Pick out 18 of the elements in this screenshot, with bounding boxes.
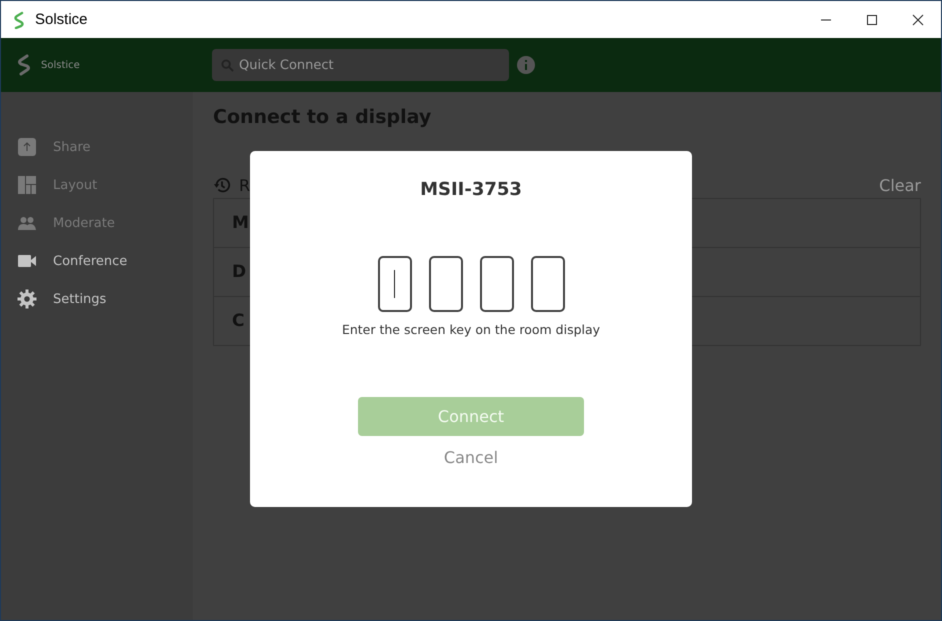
- key-digit-field[interactable]: [428, 256, 462, 312]
- cancel-link[interactable]: Cancel: [444, 448, 498, 467]
- app-logo-icon: [13, 10, 25, 28]
- key-digit-field[interactable]: [480, 256, 514, 312]
- brand-logo-icon: [17, 54, 31, 76]
- sidebar-item[interactable]: Conference: [1, 242, 193, 280]
- dialog-title: MSII-3753: [420, 179, 522, 200]
- sidebar-item[interactable]: Settings: [1, 280, 193, 318]
- history-icon: [213, 176, 231, 194]
- window-title: Solstice: [35, 11, 88, 28]
- brand-name: Solstice: [41, 60, 80, 70]
- share-icon: [17, 137, 37, 157]
- key-digit-field[interactable]: [378, 256, 412, 312]
- search-field[interactable]: Quick Connect: [212, 49, 509, 81]
- key-digit-field[interactable]: [530, 256, 564, 312]
- clear-link[interactable]: Clear: [879, 176, 921, 194]
- layout-icon: [17, 175, 37, 195]
- hint-text: Enter the screen key on the room display: [342, 322, 600, 337]
